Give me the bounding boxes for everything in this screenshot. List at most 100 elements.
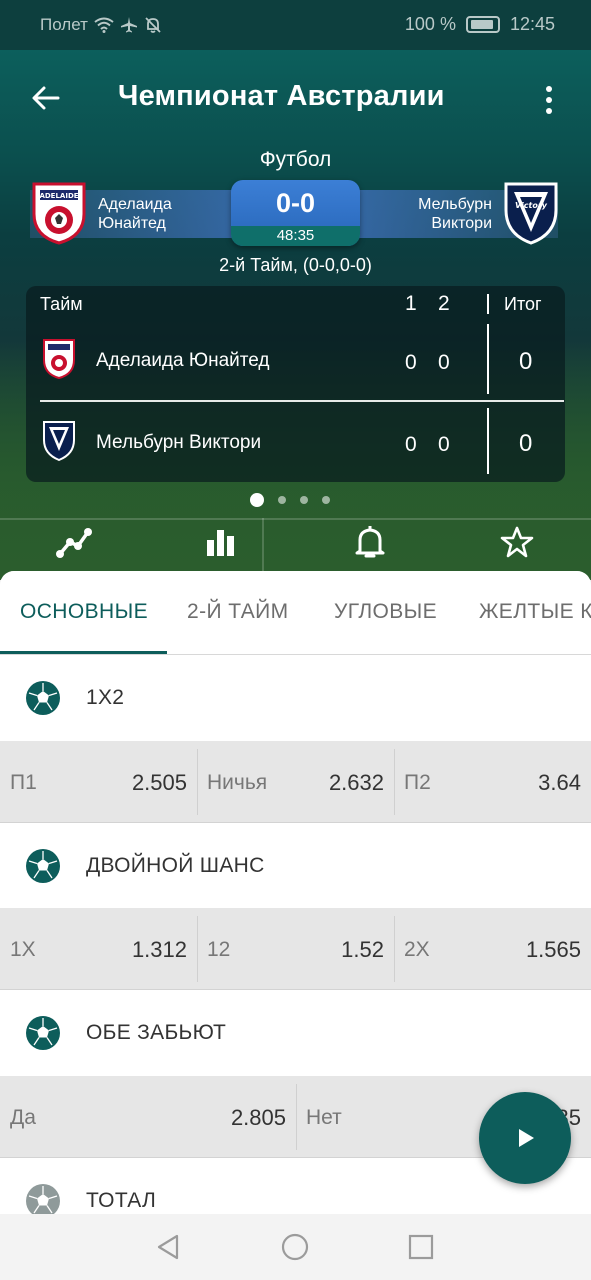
column-divider <box>487 324 489 394</box>
sport-label: Футбол <box>259 148 332 171</box>
market-title: 1X2 <box>86 686 125 709</box>
melbourne-victory-logo <box>43 421 75 462</box>
soccer-ball-icon <box>26 849 60 883</box>
home-team-name-line1: Аделаида <box>98 196 172 213</box>
odd-button-p1[interactable]: П1 2.505 <box>0 741 197 823</box>
clock: 12:45 <box>509 14 555 34</box>
away-team-name-line1: Мельбурн <box>418 196 492 213</box>
away-team-name: Мельбурн Виктори <box>418 195 492 233</box>
row-divider <box>40 400 564 402</box>
score-box: 0-0 48:35 <box>231 180 360 246</box>
score-row-total: 0 <box>519 430 533 457</box>
score-row-p1: 0 <box>405 433 417 456</box>
favorite-button[interactable] <box>495 520 539 564</box>
odd-button-1x[interactable]: 1X 1.312 <box>0 908 197 990</box>
odd-value: 2.505 <box>131 770 187 795</box>
match-header: Чемпионат Австралии Футбол ADELAIDE Адел… <box>0 50 591 580</box>
odd-value: 3.64 <box>538 770 581 795</box>
stats-button[interactable] <box>52 520 96 564</box>
odd-value: 2.632 <box>328 770 384 795</box>
wifi-icon <box>94 17 114 33</box>
page-dot-active[interactable] <box>250 493 264 507</box>
page-dot[interactable] <box>322 496 330 504</box>
match-actions <box>0 520 591 566</box>
status-right: 100 % 12:45 <box>405 14 555 35</box>
match-clock: 48:35 <box>231 226 360 246</box>
page-dot[interactable] <box>300 496 308 504</box>
column-divider <box>487 294 489 314</box>
bell-off-icon <box>145 17 161 33</box>
odd-button-yes[interactable]: Да 2.805 <box>0 1076 296 1158</box>
menu-dot <box>546 108 552 114</box>
nav-home-icon[interactable] <box>280 1232 310 1262</box>
battery-icon <box>465 16 500 33</box>
tab-main[interactable]: ОСНОВНЫЕ <box>20 600 148 624</box>
market-header-both-score[interactable]: ОБЕ ЗАБЬЮТ <box>0 990 591 1076</box>
odd-button-draw[interactable]: Ничья 2.632 <box>197 741 394 823</box>
market-title: ДВОЙНОЙ ШАНС <box>86 854 265 877</box>
odd-button-2x[interactable]: 2X 1.565 <box>394 908 591 990</box>
more-menu-button[interactable] <box>531 78 567 122</box>
tab-second-half[interactable]: 2-Й ТАЙМ <box>187 600 289 624</box>
odd-label: Да <box>10 1106 36 1129</box>
market-header-double-chance[interactable]: ДВОЙНОЙ ШАНС <box>0 823 591 909</box>
odd-label: 2X <box>404 938 430 961</box>
star-icon <box>500 526 534 558</box>
odd-value: 2.805 <box>230 1105 286 1130</box>
carrier-label: Полет <box>40 15 88 34</box>
home-team-name-line2: Юнайтед <box>98 215 166 232</box>
page-dot[interactable] <box>278 496 286 504</box>
nav-back-icon[interactable] <box>153 1232 183 1262</box>
market-header-1x2[interactable]: 1X2 <box>0 655 591 741</box>
score-row-p1: 0 <box>405 351 417 374</box>
period1-header: 1 <box>405 292 417 315</box>
odds-row-1x2: П1 2.505 Ничья 2.632 П2 3.64 <box>0 741 591 823</box>
tab-corners[interactable]: УГЛОВЫЕ <box>334 600 437 624</box>
odds-row-double-chance: 1X 1.312 12 1.52 2X 1.565 <box>0 908 591 990</box>
score-row-team: Мельбурн Виктори <box>96 432 262 453</box>
svg-text:ADELAIDE: ADELAIDE <box>39 192 78 200</box>
soccer-ball-icon <box>26 1016 60 1050</box>
live-video-button[interactable] <box>479 1092 571 1184</box>
market-title: ОБЕ ЗАБЬЮТ <box>86 1021 227 1044</box>
odd-label: Нет <box>306 1106 342 1129</box>
notifications-button[interactable] <box>348 520 392 564</box>
score-row-total: 0 <box>519 348 533 375</box>
system-navigation-bar <box>0 1214 591 1280</box>
odd-label: П2 <box>404 771 431 794</box>
odd-value: 1.52 <box>341 937 384 962</box>
odd-button-12[interactable]: 12 1.52 <box>197 908 394 990</box>
arrow-left-icon <box>32 86 60 110</box>
odd-value: 1.312 <box>131 937 187 962</box>
status-bar: Полет 100 % 12:45 <box>0 0 591 50</box>
bar-chart-icon <box>207 530 234 556</box>
odd-label: Ничья <box>207 771 268 794</box>
statistics-button[interactable] <box>199 520 243 564</box>
adelaide-united-logo: ADELAIDE <box>32 182 86 245</box>
column-divider <box>487 408 489 474</box>
status-left: Полет <box>40 15 162 35</box>
more-vert-icon <box>546 86 552 92</box>
odd-label: П1 <box>10 771 37 794</box>
score-row-team: Аделаида Юнайтед <box>96 350 270 371</box>
odd-label: 12 <box>207 938 231 961</box>
nav-recents-icon[interactable] <box>406 1232 436 1262</box>
back-button[interactable] <box>24 76 68 120</box>
tab-yellow-cards[interactable]: ЖЕЛТЫЕ К <box>479 600 591 624</box>
odd-value: 1.565 <box>525 937 581 962</box>
airplane-icon <box>120 17 137 33</box>
top-app-bar: Чемпионат Австралии <box>0 70 591 126</box>
total-header: Итог <box>504 294 542 314</box>
battery-percent: 100 % <box>404 14 456 34</box>
stats-chart-icon <box>56 528 92 558</box>
score-table: Тайм 1 2 Итог Аделаида Юнайтед 0 0 0 Мел… <box>26 286 565 482</box>
home-team-name: Аделаида Юнайтед <box>98 195 172 233</box>
page-title: Чемпионат Австралии <box>118 80 445 112</box>
period2-header: 2 <box>438 292 450 315</box>
market-tabs: ОСНОВНЫЕ 2-Й ТАЙМ УГЛОВЫЕ ЖЕЛТЫЕ К <box>0 571 591 655</box>
soccer-ball-icon <box>26 681 60 715</box>
bell-icon <box>355 526 385 558</box>
score-row-p2: 0 <box>438 433 450 456</box>
match-score: 0-0 <box>275 188 316 218</box>
odd-button-p2[interactable]: П2 3.64 <box>394 741 591 823</box>
